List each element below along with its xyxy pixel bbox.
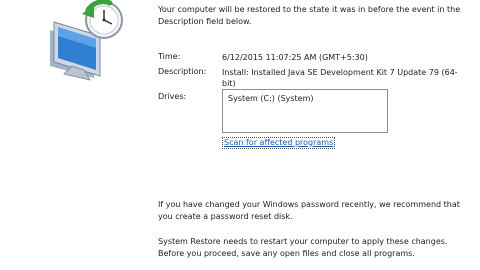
wizard-sidebar <box>0 0 148 270</box>
restore-confirmation-panel: Your computer will be restored to the st… <box>158 0 474 270</box>
restart-note: System Restore needs to restart your com… <box>158 237 448 258</box>
time-label: Time: <box>158 52 181 61</box>
intro-text: Your computer will be restored to the st… <box>158 5 461 26</box>
drive-item[interactable]: System (C:) (System) <box>228 94 382 103</box>
drives-list[interactable]: System (C:) (System) <box>222 89 388 133</box>
password-note: If you have changed your Windows passwor… <box>158 200 460 221</box>
time-value: 6/12/2015 11:07:25 AM (GMT+5:30) <box>222 53 368 62</box>
system-restore-icon <box>50 0 123 81</box>
description-label: Description: <box>158 67 207 76</box>
scan-affected-programs-link[interactable]: Scan for affected programs <box>222 137 336 149</box>
drives-label: Drives: <box>158 92 187 101</box>
description-value: Install: Installed Java SE Development K… <box>222 68 458 88</box>
